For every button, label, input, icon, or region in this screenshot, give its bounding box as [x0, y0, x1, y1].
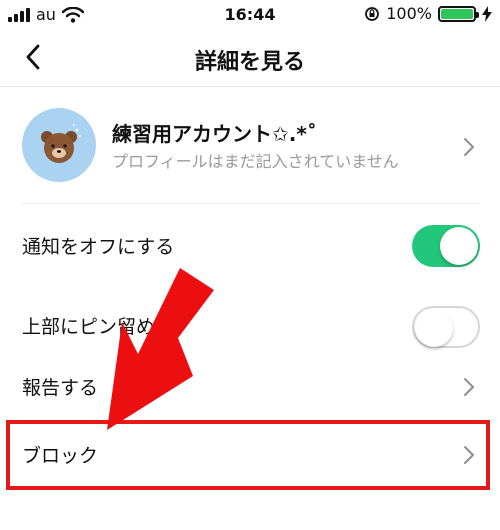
- row-label: 通知をオフにする: [22, 236, 175, 258]
- charging-icon: [482, 5, 492, 22]
- rotation-lock-icon: [365, 6, 380, 21]
- row-report[interactable]: 報告する: [0, 355, 500, 419]
- status-bar: au 16:44 100%: [0, 0, 500, 30]
- bear-avatar-icon: [41, 124, 81, 163]
- row-notification-off: 通知をオフにする: [0, 214, 500, 278]
- battery-icon: [438, 5, 479, 22]
- profile-status: プロフィールはまだ記入されていません: [112, 152, 399, 171]
- row-label: 上部にピン留め: [22, 316, 156, 338]
- avatar[interactable]: [22, 108, 96, 182]
- nav-bar: 詳細を見る: [0, 30, 500, 87]
- page-title: 詳細を見る: [194, 50, 305, 75]
- toggle-knob: [415, 309, 453, 347]
- pin-to-top-toggle[interactable]: [412, 306, 480, 348]
- block-highlight-box: [6, 420, 490, 490]
- chevron-right-icon: [464, 138, 474, 156]
- notification-off-toggle[interactable]: [412, 225, 480, 267]
- profile-name: 練習用アカウント✩.*˚: [112, 122, 317, 146]
- toggle-knob: [440, 227, 478, 265]
- row-pin-to-top: 上部にピン留め: [0, 294, 500, 358]
- profile-row[interactable]: 練習用アカウント✩.*˚ プロフィールはまだ記入されていません: [0, 100, 500, 200]
- divider: [22, 203, 478, 204]
- chevron-right-icon: [464, 378, 474, 396]
- status-right: 100%: [364, 4, 492, 23]
- battery-percent: 100%: [386, 4, 432, 23]
- row-label: 報告する: [22, 377, 99, 399]
